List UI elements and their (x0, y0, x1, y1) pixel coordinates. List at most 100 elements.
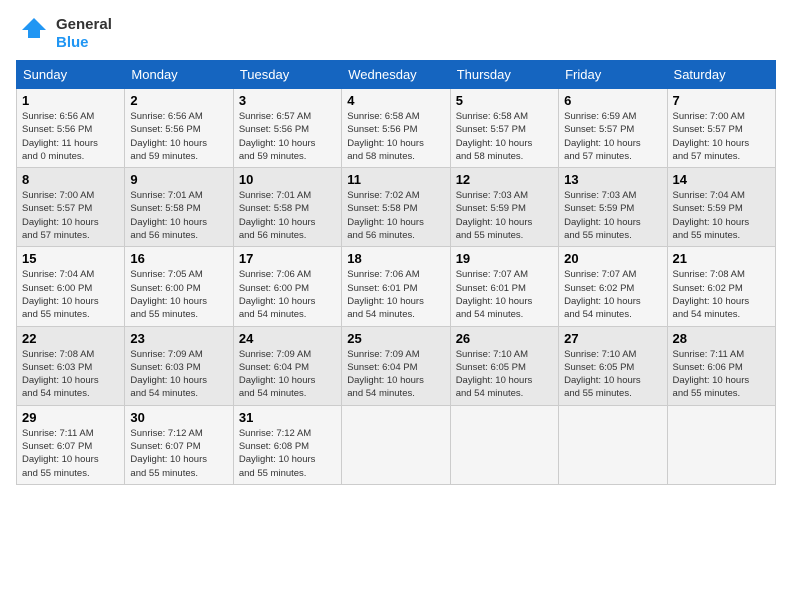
day-info: Sunrise: 7:06 AM Sunset: 6:01 PM Dayligh… (347, 268, 444, 321)
day-info: Sunrise: 7:01 AM Sunset: 5:58 PM Dayligh… (239, 189, 336, 242)
calendar-day: 7 Sunrise: 7:00 AM Sunset: 5:57 PM Daylig… (667, 89, 775, 168)
calendar-day: 2 Sunrise: 6:56 AM Sunset: 5:56 PM Daylig… (125, 89, 233, 168)
day-number: 31 (239, 410, 336, 425)
day-info: Sunrise: 7:11 AM Sunset: 6:07 PM Dayligh… (22, 427, 119, 480)
calendar-day: 4 Sunrise: 6:58 AM Sunset: 5:56 PM Daylig… (342, 89, 450, 168)
calendar-day: 11 Sunrise: 7:02 AM Sunset: 5:58 PM Dayli… (342, 168, 450, 247)
day-info: Sunrise: 6:56 AM Sunset: 5:56 PM Dayligh… (22, 110, 119, 163)
day-number: 11 (347, 172, 444, 187)
logo-line1: General (56, 16, 112, 34)
day-info: Sunrise: 6:59 AM Sunset: 5:57 PM Dayligh… (564, 110, 661, 163)
weekday-header: Sunday (17, 61, 125, 89)
day-info: Sunrise: 7:07 AM Sunset: 6:01 PM Dayligh… (456, 268, 553, 321)
logo: General Blue (16, 16, 112, 52)
day-number: 6 (564, 93, 661, 108)
calendar-day: 25 Sunrise: 7:09 AM Sunset: 6:04 PM Dayli… (342, 326, 450, 405)
calendar-day: 1 Sunrise: 6:56 AM Sunset: 5:56 PM Daylig… (17, 89, 125, 168)
day-info: Sunrise: 7:06 AM Sunset: 6:00 PM Dayligh… (239, 268, 336, 321)
day-number: 7 (673, 93, 770, 108)
calendar-day: 19 Sunrise: 7:07 AM Sunset: 6:01 PM Dayli… (450, 247, 558, 326)
day-number: 5 (456, 93, 553, 108)
calendar-day: 3 Sunrise: 6:57 AM Sunset: 5:56 PM Daylig… (233, 89, 341, 168)
calendar-day: 20 Sunrise: 7:07 AM Sunset: 6:02 PM Dayli… (559, 247, 667, 326)
weekday-header-row: SundayMondayTuesdayWednesdayThursdayFrid… (17, 61, 776, 89)
calendar-day: 18 Sunrise: 7:06 AM Sunset: 6:01 PM Dayli… (342, 247, 450, 326)
weekday-header: Tuesday (233, 61, 341, 89)
day-info: Sunrise: 7:11 AM Sunset: 6:06 PM Dayligh… (673, 348, 770, 401)
day-info: Sunrise: 7:05 AM Sunset: 6:00 PM Dayligh… (130, 268, 227, 321)
day-info: Sunrise: 6:57 AM Sunset: 5:56 PM Dayligh… (239, 110, 336, 163)
calendar-day: 8 Sunrise: 7:00 AM Sunset: 5:57 PM Daylig… (17, 168, 125, 247)
calendar-week-row: 8 Sunrise: 7:00 AM Sunset: 5:57 PM Daylig… (17, 168, 776, 247)
day-number: 13 (564, 172, 661, 187)
weekday-header: Monday (125, 61, 233, 89)
day-number: 25 (347, 331, 444, 346)
day-info: Sunrise: 7:00 AM Sunset: 5:57 PM Dayligh… (22, 189, 119, 242)
calendar-day: 14Sunrise: 7:04 AM Sunset: 5:59 PM Dayli… (667, 168, 775, 247)
calendar-week-row: 1 Sunrise: 6:56 AM Sunset: 5:56 PM Daylig… (17, 89, 776, 168)
day-info: Sunrise: 7:04 AM Sunset: 6:00 PM Dayligh… (22, 268, 119, 321)
calendar-day (450, 405, 558, 484)
day-info: Sunrise: 6:58 AM Sunset: 5:57 PM Dayligh… (456, 110, 553, 163)
day-number: 12 (456, 172, 553, 187)
day-number: 24 (239, 331, 336, 346)
logo-icon (16, 16, 52, 52)
calendar-day (559, 405, 667, 484)
day-number: 20 (564, 251, 661, 266)
day-number: 2 (130, 93, 227, 108)
day-number: 4 (347, 93, 444, 108)
calendar-week-row: 15Sunrise: 7:04 AM Sunset: 6:00 PM Dayli… (17, 247, 776, 326)
day-info: Sunrise: 7:07 AM Sunset: 6:02 PM Dayligh… (564, 268, 661, 321)
calendar-day: 9 Sunrise: 7:01 AM Sunset: 5:58 PM Daylig… (125, 168, 233, 247)
day-info: Sunrise: 7:02 AM Sunset: 5:58 PM Dayligh… (347, 189, 444, 242)
calendar-day: 27 Sunrise: 7:10 AM Sunset: 6:05 PM Dayli… (559, 326, 667, 405)
day-number: 18 (347, 251, 444, 266)
calendar-table: SundayMondayTuesdayWednesdayThursdayFrid… (16, 60, 776, 485)
calendar-day: 15Sunrise: 7:04 AM Sunset: 6:00 PM Dayli… (17, 247, 125, 326)
day-number: 10 (239, 172, 336, 187)
day-number: 30 (130, 410, 227, 425)
day-info: Sunrise: 7:03 AM Sunset: 5:59 PM Dayligh… (564, 189, 661, 242)
day-number: 23 (130, 331, 227, 346)
calendar-day: 29 Sunrise: 7:11 AM Sunset: 6:07 PM Dayli… (17, 405, 125, 484)
day-info: Sunrise: 7:01 AM Sunset: 5:58 PM Dayligh… (130, 189, 227, 242)
day-info: Sunrise: 6:58 AM Sunset: 5:56 PM Dayligh… (347, 110, 444, 163)
day-number: 22 (22, 331, 119, 346)
calendar-day (667, 405, 775, 484)
day-number: 1 (22, 93, 119, 108)
calendar-day: 12Sunrise: 7:03 AM Sunset: 5:59 PM Dayli… (450, 168, 558, 247)
weekday-header: Friday (559, 61, 667, 89)
day-number: 28 (673, 331, 770, 346)
day-info: Sunrise: 7:10 AM Sunset: 6:05 PM Dayligh… (564, 348, 661, 401)
day-number: 3 (239, 93, 336, 108)
calendar-day: 28 Sunrise: 7:11 AM Sunset: 6:06 PM Dayli… (667, 326, 775, 405)
calendar-day: 16 Sunrise: 7:05 AM Sunset: 6:00 PM Dayli… (125, 247, 233, 326)
calendar-day: 21Sunrise: 7:08 AM Sunset: 6:02 PM Dayli… (667, 247, 775, 326)
day-info: Sunrise: 6:56 AM Sunset: 5:56 PM Dayligh… (130, 110, 227, 163)
day-number: 16 (130, 251, 227, 266)
weekday-header: Thursday (450, 61, 558, 89)
day-info: Sunrise: 7:09 AM Sunset: 6:04 PM Dayligh… (347, 348, 444, 401)
day-number: 21 (673, 251, 770, 266)
calendar-day: 17 Sunrise: 7:06 AM Sunset: 6:00 PM Dayli… (233, 247, 341, 326)
calendar-day: 31 Sunrise: 7:12 AM Sunset: 6:08 PM Dayli… (233, 405, 341, 484)
calendar-week-row: 29 Sunrise: 7:11 AM Sunset: 6:07 PM Dayli… (17, 405, 776, 484)
day-info: Sunrise: 7:08 AM Sunset: 6:03 PM Dayligh… (22, 348, 119, 401)
weekday-header: Saturday (667, 61, 775, 89)
calendar-day: 6 Sunrise: 6:59 AM Sunset: 5:57 PM Daylig… (559, 89, 667, 168)
day-info: Sunrise: 7:09 AM Sunset: 6:04 PM Dayligh… (239, 348, 336, 401)
day-info: Sunrise: 7:09 AM Sunset: 6:03 PM Dayligh… (130, 348, 227, 401)
day-number: 14 (673, 172, 770, 187)
day-number: 17 (239, 251, 336, 266)
day-number: 19 (456, 251, 553, 266)
day-number: 27 (564, 331, 661, 346)
calendar-week-row: 22 Sunrise: 7:08 AM Sunset: 6:03 PM Dayli… (17, 326, 776, 405)
calendar-day (342, 405, 450, 484)
day-info: Sunrise: 7:12 AM Sunset: 6:08 PM Dayligh… (239, 427, 336, 480)
calendar-day: 26Sunrise: 7:10 AM Sunset: 6:05 PM Dayli… (450, 326, 558, 405)
day-number: 29 (22, 410, 119, 425)
weekday-header: Wednesday (342, 61, 450, 89)
day-number: 9 (130, 172, 227, 187)
day-number: 8 (22, 172, 119, 187)
day-info: Sunrise: 7:00 AM Sunset: 5:57 PM Dayligh… (673, 110, 770, 163)
